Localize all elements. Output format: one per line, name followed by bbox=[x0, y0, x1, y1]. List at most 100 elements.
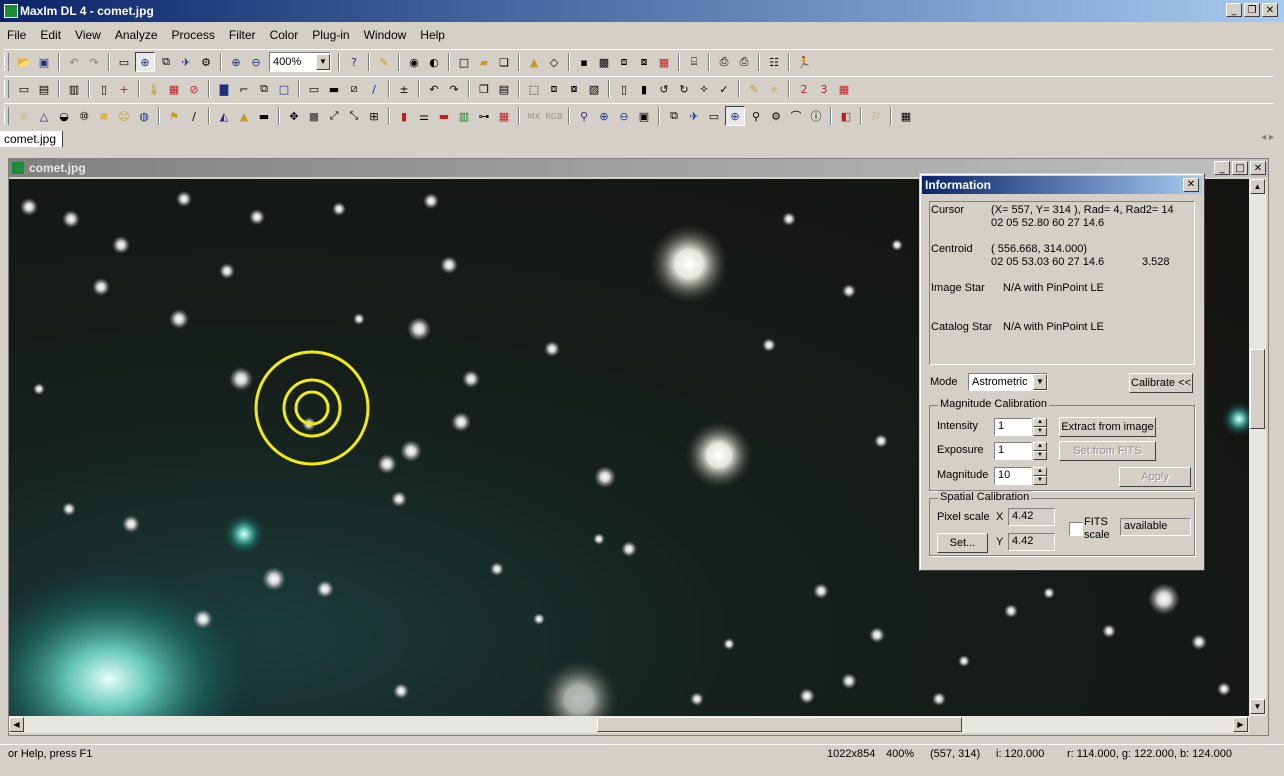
zoom-level-select[interactable]: 400% ▼ bbox=[269, 52, 331, 72]
menu-edit[interactable]: Edit bbox=[33, 26, 68, 46]
scroll-right-icon[interactable]: ▶ bbox=[1233, 717, 1248, 732]
restore-button[interactable]: ❐ bbox=[1244, 3, 1260, 17]
print-preview-icon[interactable]: ⎙ bbox=[715, 53, 733, 71]
inspect-icon[interactable]: ⚲ bbox=[747, 107, 765, 125]
pixel-math-icon[interactable]: ± bbox=[395, 80, 413, 98]
ruler-icon[interactable]: ▭ bbox=[15, 80, 33, 98]
magnifier-icon[interactable]: ⚲ bbox=[575, 107, 593, 125]
multi-window-icon[interactable]: ▦ bbox=[835, 80, 853, 98]
mask-icon[interactable]: ◒ bbox=[55, 107, 73, 125]
peak-icon[interactable]: ▲ bbox=[235, 107, 253, 125]
document-icon[interactable]: ▯ bbox=[95, 80, 113, 98]
magnitude-field[interactable]: 10 bbox=[994, 467, 1032, 485]
crop-icon[interactable]: ⌐ bbox=[235, 80, 253, 98]
redo-arrow-icon[interactable]: ↻ bbox=[675, 80, 693, 98]
menu-color[interactable]: Color bbox=[263, 26, 306, 46]
menu-process[interactable]: Process bbox=[165, 26, 222, 46]
open-folder-icon[interactable]: ▰ bbox=[475, 53, 493, 71]
vertical-scroll-thumb[interactable] bbox=[1250, 349, 1265, 429]
pencil-icon[interactable]: ✎ bbox=[375, 53, 393, 71]
flag-icon[interactable]: ⚑ bbox=[165, 107, 183, 125]
menu-analyze[interactable]: Analyze bbox=[108, 26, 165, 46]
load-icon[interactable]: ▲ bbox=[525, 53, 543, 71]
target-icon[interactable]: ⊕ bbox=[725, 106, 745, 126]
copy-window-icon[interactable]: ⧈ bbox=[615, 53, 633, 71]
no-entry-icon[interactable]: ⊘ bbox=[185, 80, 203, 98]
child-minimize-button[interactable]: _ bbox=[1214, 161, 1230, 175]
shrink-icon[interactable]: ⤡ bbox=[345, 107, 363, 125]
align-icon[interactable]: ⧇ bbox=[565, 80, 583, 98]
chevron-down-icon[interactable]: ▼ bbox=[316, 54, 330, 70]
menu-filter[interactable]: Filter bbox=[222, 26, 263, 46]
stack-images-icon[interactable]: ▤ bbox=[35, 80, 53, 98]
print-icon[interactable]: ⎙ bbox=[735, 53, 753, 71]
green-channel-icon[interactable]: ▥ bbox=[455, 107, 473, 125]
intensity-field[interactable]: 1 bbox=[994, 418, 1032, 436]
gear-icon[interactable]: ⚙ bbox=[767, 107, 785, 125]
rectangle-icon[interactable]: □ bbox=[275, 80, 293, 98]
picture-icon[interactable]: ▬ bbox=[325, 80, 343, 98]
child-close-button[interactable]: ✕ bbox=[1250, 161, 1266, 175]
export-icon[interactable]: ◇ bbox=[545, 53, 563, 71]
crosshair-icon[interactable]: + bbox=[115, 80, 133, 98]
redo-icon[interactable]: ↷ bbox=[85, 53, 103, 71]
horizontal-scrollbar[interactable]: ◀ ▶ bbox=[9, 716, 1249, 733]
menu-plugin[interactable]: Plug-in bbox=[305, 26, 356, 46]
screen-icon[interactable]: ▣ bbox=[635, 107, 653, 125]
info-icon[interactable]: ⓘ bbox=[807, 107, 825, 125]
paste-icon[interactable]: ▤ bbox=[495, 80, 513, 98]
palette-icon[interactable]: ▦ bbox=[495, 107, 513, 125]
mx-icon[interactable]: MX bbox=[525, 107, 543, 125]
menu-view[interactable]: View bbox=[68, 26, 108, 46]
camera-icon[interactable]: ◉ bbox=[405, 53, 423, 71]
rgb-icon[interactable]: RGB bbox=[545, 107, 563, 125]
zoom-in-icon[interactable]: ⊕ bbox=[227, 53, 245, 71]
save-icon[interactable]: ▣ bbox=[35, 53, 53, 71]
rgb-split-icon[interactable]: ▬ bbox=[435, 107, 453, 125]
thermometer-icon[interactable]: 🌡 bbox=[145, 80, 163, 98]
photo-icon[interactable]: ▭ bbox=[705, 107, 723, 125]
scroll-down-icon[interactable]: ▼ bbox=[1250, 699, 1265, 714]
tab-comet-jpg[interactable]: comet.jpg bbox=[0, 131, 64, 147]
flag-marker-icon[interactable]: ⚐ bbox=[867, 107, 885, 125]
triangle-icon[interactable]: △ bbox=[35, 107, 53, 125]
clipboard-icon[interactable]: ▮ bbox=[635, 80, 653, 98]
close-button[interactable]: ✕ bbox=[1262, 3, 1278, 17]
graph-icon[interactable]: ⌒ bbox=[787, 107, 805, 125]
app-title-bar[interactable]: MaxIm DL 4 - comet.jpg _ ❐ ✕ bbox=[0, 0, 1284, 22]
star-icon[interactable]: ☆ bbox=[15, 107, 33, 125]
aperture-tool-icon[interactable]: ⊕ bbox=[135, 52, 155, 72]
rotate-left-icon[interactable]: ↶ bbox=[425, 80, 443, 98]
grid-icon[interactable]: ▦ bbox=[165, 80, 183, 98]
edit-image-icon[interactable]: ▧ bbox=[585, 80, 603, 98]
disk-icon[interactable]: ▪ bbox=[575, 53, 593, 71]
scanner-icon[interactable]: ⌸ bbox=[685, 53, 703, 71]
run-icon[interactable]: 🏃 bbox=[795, 53, 813, 71]
duplicate-icon[interactable]: ❐ bbox=[475, 80, 493, 98]
intensity-spinner[interactable]: ▲ ▼ bbox=[1033, 418, 1047, 436]
undo-arrow-icon[interactable]: ↺ bbox=[655, 80, 673, 98]
set-pixel-scale-button[interactable]: Set... bbox=[937, 533, 988, 553]
scroll-left-icon[interactable]: ◀ bbox=[9, 717, 24, 732]
menu-file[interactable]: File bbox=[0, 26, 33, 46]
color-stack-icon[interactable]: ▦ bbox=[655, 53, 673, 71]
globe-icon[interactable]: ◍ bbox=[135, 107, 153, 125]
check-icon[interactable]: ✓ bbox=[715, 80, 733, 98]
color-bars-icon[interactable]: ▮ bbox=[395, 107, 413, 125]
information-title-bar[interactable]: Information ✕ bbox=[922, 176, 1202, 194]
calibrate-button[interactable]: Calibrate << bbox=[1129, 373, 1193, 393]
magnitude-spinner[interactable]: ▲ ▼ bbox=[1033, 467, 1047, 485]
save-all-icon[interactable]: ▩ bbox=[595, 53, 613, 71]
image-window-icon[interactable] bbox=[12, 162, 24, 174]
merge-icon[interactable]: ⧈ bbox=[545, 80, 563, 98]
image-icon[interactable]: ▭ bbox=[115, 53, 133, 71]
diamond-arrow-icon[interactable]: ⟡ bbox=[695, 80, 713, 98]
undo-icon[interactable]: ↶ bbox=[65, 53, 83, 71]
fits-scale-checkbox[interactable] bbox=[1069, 522, 1083, 536]
properties-icon[interactable]: ☷ bbox=[765, 53, 783, 71]
image-frame-icon[interactable]: ▭ bbox=[305, 80, 323, 98]
histogram-icon[interactable]: ▇ bbox=[215, 80, 233, 98]
bin-2-icon[interactable]: 2 bbox=[795, 80, 813, 98]
network-icon[interactable]: ⊶ bbox=[475, 107, 493, 125]
set-from-fits-button[interactable]: Set from FITS bbox=[1059, 441, 1156, 461]
